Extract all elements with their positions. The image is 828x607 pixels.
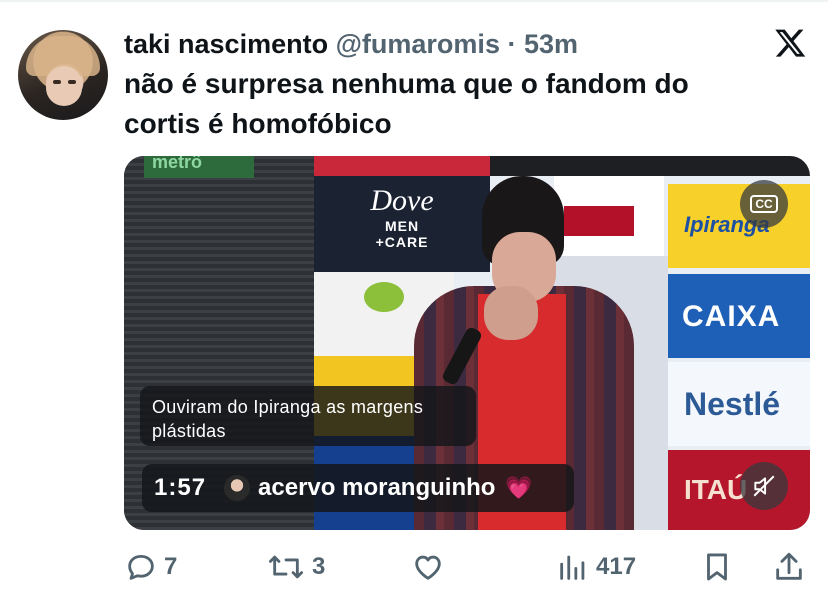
red-strip-top <box>314 156 490 176</box>
banner-text: metrô <box>152 156 203 172</box>
bookmark-icon <box>707 553 727 581</box>
x-logo-icon <box>775 29 806 57</box>
heart-icon <box>415 555 441 580</box>
share-icon <box>776 552 802 580</box>
video-player[interactable]: metrô Dove MEN +CARE Ipiranga CAIXA Nest… <box>124 156 810 530</box>
cc-icon: CC <box>750 195 778 213</box>
views-button[interactable]: 417 <box>556 545 636 589</box>
tweet-text: não é surpresa nenhuma que o fandom do c… <box>124 68 689 139</box>
source-avatar <box>224 475 251 501</box>
repost-button[interactable]: 3 <box>266 545 325 589</box>
tweet-timestamp[interactable]: 53m <box>524 29 578 59</box>
views-count: 417 <box>596 553 637 580</box>
muted-speaker-icon <box>753 475 775 497</box>
caixa-logo: CAIXA <box>668 274 810 358</box>
share-button[interactable] <box>772 545 806 589</box>
video-caption: Ouviram do Ipiranga as margens plástidas <box>140 386 476 446</box>
repost-icon <box>269 555 304 579</box>
separator-dot: · <box>507 29 517 59</box>
repost-count: 3 <box>312 553 326 580</box>
ipiranga-logo: Ipiranga <box>668 184 810 268</box>
reply-button[interactable]: 7 <box>124 545 177 589</box>
reply-icon <box>128 554 154 580</box>
closed-captions-button[interactable]: CC <box>740 180 788 228</box>
video-source-name: acervo moranguinho <box>258 474 496 501</box>
views-icon <box>560 555 585 580</box>
nestle-logo: Nestlé <box>668 362 810 446</box>
tweet-header: taki nascimento @fumaromis · 53m <box>124 26 578 66</box>
tweet-action-bar: 7 3 417 <box>120 545 820 589</box>
author-handle[interactable]: @fumaromis <box>336 29 500 59</box>
bookmark-button[interactable] <box>700 545 734 589</box>
like-button[interactable] <box>410 545 446 589</box>
top-divider <box>0 0 828 2</box>
video-info-pill[interactable]: 1:57 acervo moranguinho 💗 <box>142 464 574 512</box>
itau-logo: ITAÚ <box>668 450 810 530</box>
author-avatar[interactable] <box>18 30 108 120</box>
video-duration: 1:57 <box>154 474 207 501</box>
heart-emoji-icon: 💗 <box>505 475 533 500</box>
author-display-name[interactable]: taki nascimento <box>124 29 328 59</box>
reply-count: 7 <box>164 553 178 580</box>
mute-toggle-button[interactable] <box>740 462 788 510</box>
